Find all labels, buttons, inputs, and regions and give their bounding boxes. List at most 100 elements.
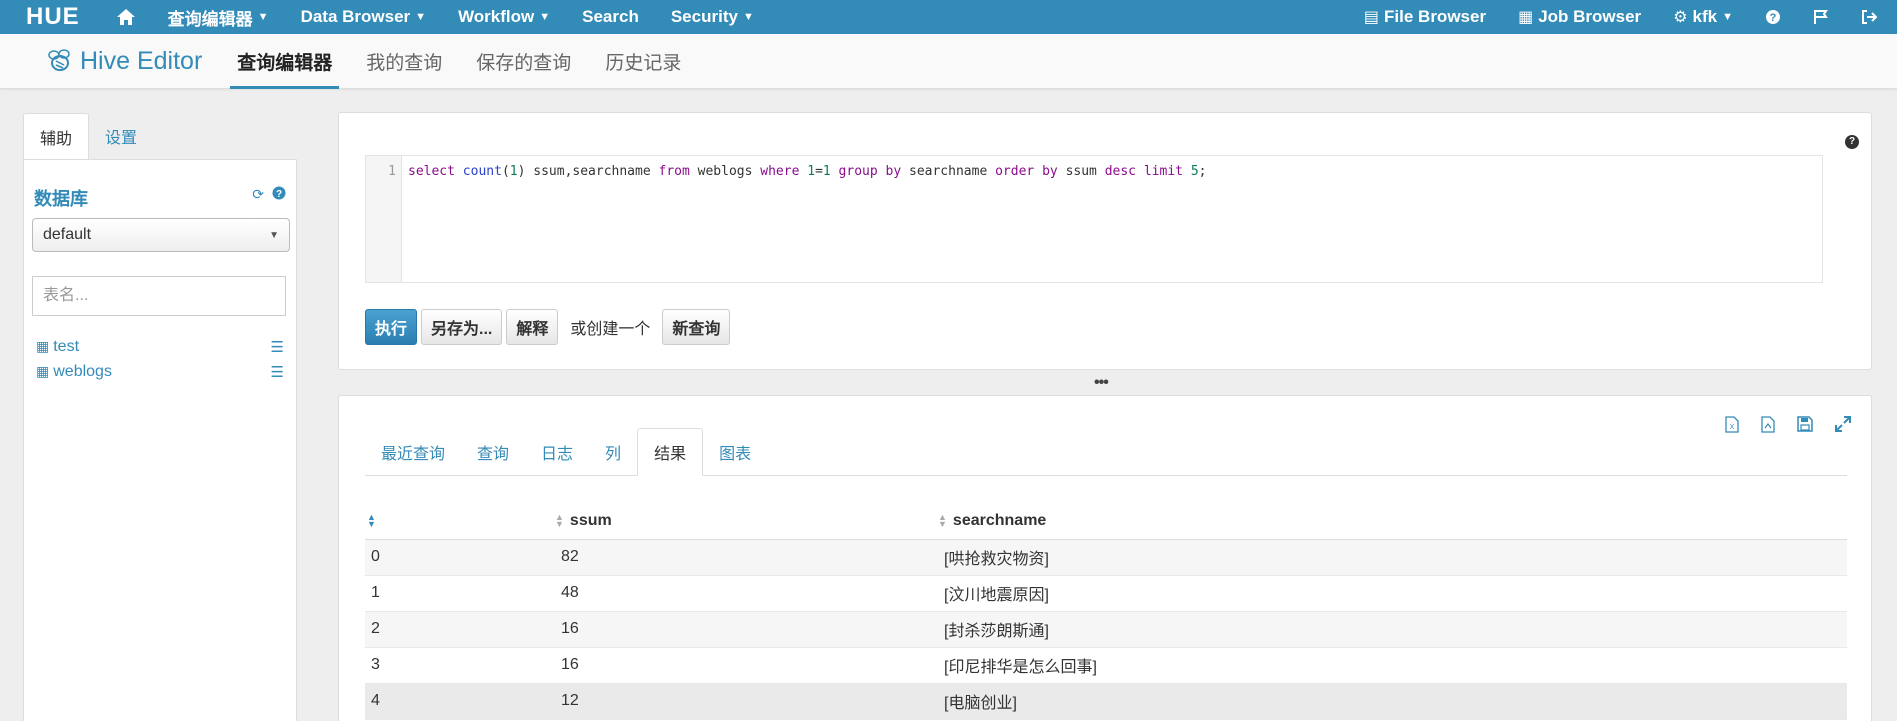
cell-ssum: 82 — [555, 539, 938, 576]
help-icon[interactable]: ? — [1749, 0, 1797, 34]
table-row: 3 16 [印尼排华是怎么回事] — [365, 647, 1847, 684]
tab-chart[interactable]: 图表 — [703, 429, 767, 475]
chevron-down-icon: ▼ — [415, 11, 427, 23]
cell-ssum: 16 — [555, 611, 938, 648]
editor-actions: 执行 另存为... 解释 或创建一个 新查询 — [365, 309, 731, 345]
sidebar-panel: 数据库 ⟳ ? default ▼ ▦ test ☰ ▦ weblogs ☰ — [23, 159, 297, 721]
table-row: 1 48 [汶川地震原因] — [365, 575, 1847, 612]
database-select[interactable]: default ▼ — [32, 218, 290, 252]
tab-saved-queries[interactable]: 保存的查询 — [459, 34, 588, 89]
save-as-button[interactable]: 另存为... — [421, 309, 503, 345]
caret-down-icon: ▼ — [269, 229, 279, 241]
cell-index: 3 — [365, 647, 555, 684]
cell-index: 2 — [365, 611, 555, 648]
explain-button[interactable]: 解释 — [506, 309, 559, 345]
or-create-text: 或创建一个 — [570, 321, 651, 338]
column-header-ssum[interactable]: ▲ ▼ ssum — [555, 504, 938, 540]
cell-index: 4 — [365, 683, 555, 720]
tab-log[interactable]: 日志 — [525, 429, 589, 475]
table-header-row: ▲ ▼ ▲ ▼ ssum ▲ ▼ searchname — [365, 504, 1847, 540]
new-query-button[interactable]: 新查询 — [662, 309, 731, 345]
nav-workflow[interactable]: Workflow ▼ — [442, 0, 566, 34]
svg-text:?: ? — [1770, 12, 1777, 24]
table-icon: ▦ — [36, 338, 50, 354]
column-header-label: searchname — [952, 512, 1047, 530]
cell-searchname: [哄抢救灾物资] — [938, 539, 1847, 576]
column-header-index[interactable]: ▲ ▼ — [365, 504, 555, 540]
nav-workflow-label: Workflow — [458, 7, 535, 26]
list-icon[interactable]: ☰ — [271, 338, 284, 356]
table-name: test — [53, 337, 80, 355]
cogs-icon: ⚙ — [1673, 9, 1688, 26]
nav-user-menu[interactable]: ⚙ kfk ▼ — [1657, 0, 1749, 34]
nav-search-label: Search — [582, 7, 639, 26]
sort-icon: ▲ ▼ — [938, 512, 947, 530]
hive-bee-icon — [48, 49, 70, 71]
table-icon: ▦ — [36, 363, 50, 379]
tab-results[interactable]: 结果 — [637, 428, 704, 476]
cell-ssum: 12 — [555, 683, 938, 720]
chevron-down-icon: ▼ — [1722, 11, 1733, 23]
nav-search[interactable]: Search — [566, 0, 655, 34]
database-select-value: default — [43, 226, 92, 243]
cell-searchname: [印尼排华是怎么回事] — [938, 647, 1847, 684]
tab-columns[interactable]: 列 — [589, 429, 637, 475]
sort-icon: ▲ ▼ — [555, 512, 564, 530]
list-icon: ▦ — [1518, 9, 1534, 26]
results-table: ▲ ▼ ▲ ▼ ssum ▲ ▼ searchname 0 82 [哄抢救灾物资] 1 4… — [365, 504, 1847, 720]
tab-assist[interactable]: 辅助 — [23, 113, 90, 160]
help-icon[interactable]: ? — [272, 186, 286, 203]
cell-searchname: [汶川地震原因] — [938, 575, 1847, 612]
column-header-searchname[interactable]: ▲ ▼ searchname — [938, 504, 1847, 540]
svg-text:?: ? — [276, 189, 282, 200]
job-browser-label: Job Browser — [1538, 7, 1642, 26]
table-row: 4 12 [电脑创业] — [365, 683, 1847, 720]
file-browser-label: File Browser — [1384, 7, 1487, 26]
cell-searchname: [封杀莎朗斯通] — [938, 611, 1847, 648]
chevron-down-icon: ▼ — [742, 11, 754, 23]
nav-job-browser[interactable]: ▦ Job Browser — [1502, 0, 1657, 34]
table-filter-input[interactable] — [32, 276, 286, 316]
help-icon[interactable]: ? — [1845, 135, 1859, 149]
nav-security[interactable]: Security ▼ — [655, 0, 770, 34]
nav-data-browser[interactable]: Data Browser ▼ — [285, 0, 443, 34]
table-item-test[interactable]: ▦ test ☰ — [36, 334, 284, 359]
chevron-down-icon: ▼ — [539, 11, 551, 23]
tab-history[interactable]: 历史记录 — [588, 34, 698, 89]
app-brand[interactable]: Hive Editor — [44, 46, 202, 76]
resize-handle[interactable]: ••• — [1094, 374, 1109, 392]
result-tabs: 最近查询 查询 日志 列 结果 图表 — [365, 428, 1847, 476]
table-name: weblogs — [53, 362, 112, 380]
cell-index: 0 — [365, 539, 555, 576]
home-icon[interactable] — [100, 0, 152, 34]
code-editor[interactable]: 1 select count(1) ssum,searchname from w… — [365, 155, 1823, 283]
hue-logo[interactable]: HUE — [0, 0, 100, 34]
logout-icon[interactable] — [1845, 0, 1897, 34]
table-row: 0 82 [哄抢救灾物资] — [365, 539, 1847, 576]
cell-ssum: 48 — [555, 575, 938, 612]
flag-icon[interactable] — [1797, 0, 1845, 34]
refresh-icon[interactable]: ⟳ — [252, 186, 264, 203]
query-editor-card: ? 1 select count(1) ssum,searchname from… — [338, 112, 1872, 370]
nav-query-editor[interactable]: 查询编辑器 ▼ — [152, 0, 285, 34]
database-title: 数据库 — [34, 189, 88, 209]
cell-searchname: [电脑创业] — [938, 683, 1847, 720]
list-icon[interactable]: ☰ — [271, 363, 284, 381]
nav-file-browser[interactable]: ▤ File Browser — [1348, 0, 1502, 34]
table-list: ▦ test ☰ ▦ weblogs ☰ — [36, 334, 284, 384]
column-header-label: ssum — [569, 512, 612, 530]
tab-settings[interactable]: 设置 — [89, 113, 153, 159]
table-item-weblogs[interactable]: ▦ weblogs ☰ — [36, 359, 284, 384]
cell-index: 1 — [365, 575, 555, 612]
tab-query[interactable]: 查询 — [461, 429, 525, 475]
execute-button[interactable]: 执行 — [365, 309, 418, 345]
file-icon: ▤ — [1363, 9, 1380, 26]
tab-my-queries[interactable]: 我的查询 — [349, 34, 459, 89]
line-number: 1 — [388, 164, 396, 179]
app-subnav: Hive Editor 查询编辑器 我的查询 保存的查询 历史记录 — [0, 34, 1897, 89]
nav-query-editor-label: 查询编辑器 — [167, 9, 253, 29]
tab-recent-queries[interactable]: 最近查询 — [365, 429, 461, 475]
query-text[interactable]: select count(1) ssum,searchname from web… — [408, 164, 1206, 179]
table-row: 2 16 [封杀莎朗斯通] — [365, 611, 1847, 648]
tab-query-editor[interactable]: 查询编辑器 — [220, 34, 349, 89]
